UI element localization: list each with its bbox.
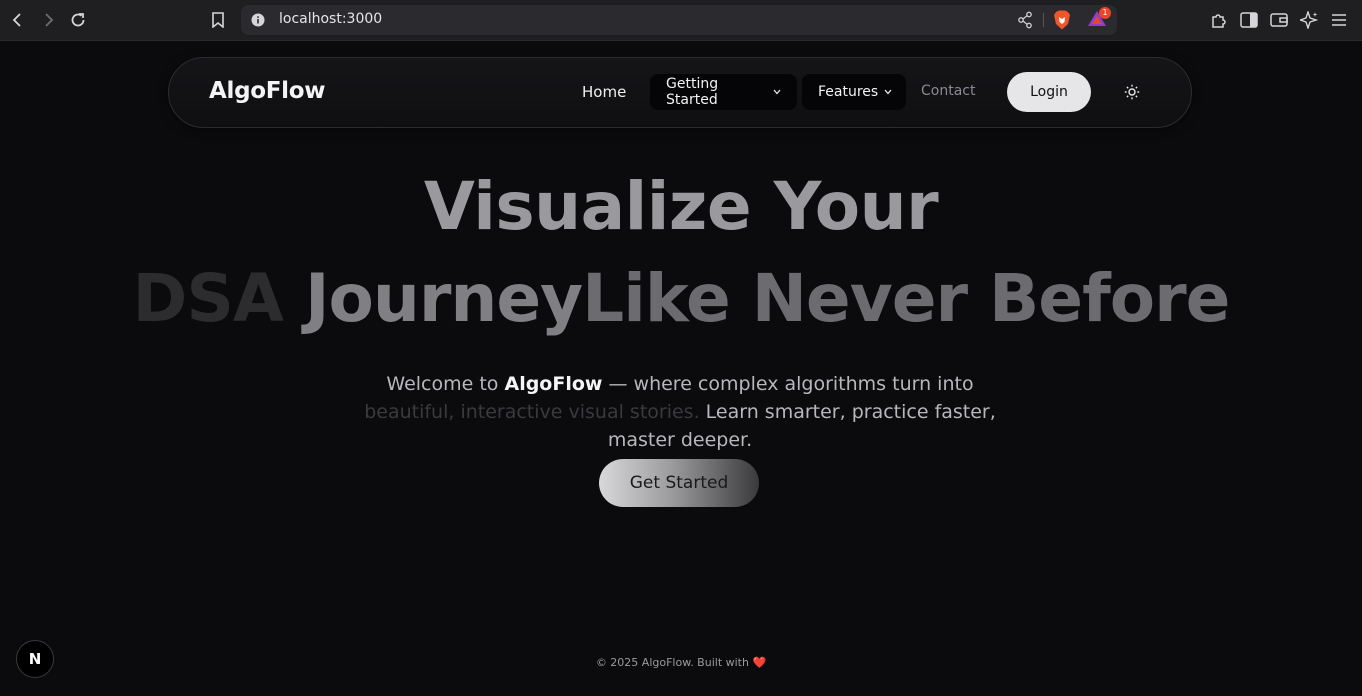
get-started-button[interactable]: Get Started [599,459,759,507]
hero-title-line2: DSA JourneyLike Never Before [0,260,1362,337]
wallet-icon[interactable] [1267,8,1291,32]
hero-title-part: Like Never Before [582,260,1230,337]
nav-dropdown-label: Getting Started [666,76,719,108]
site-navbar: AlgoFlow Home Getting Started Features C… [168,57,1192,128]
footer-text: © 2025 AlgoFlow. Built with [595,656,749,669]
desc-brand: AlgoFlow [504,373,603,395]
forward-icon[interactable] [36,8,60,32]
share-icon[interactable] [1017,11,1033,33]
leo-ai-icon[interactable] [1297,8,1321,32]
desc-text: — where complex algorithms turn into [602,373,974,395]
login-button[interactable]: Login [1007,72,1091,112]
browser-toolbar: localhost:3000 1 [0,0,1362,41]
brave-shield-icon[interactable] [1053,10,1071,34]
hero-title-part: Journey [304,260,583,337]
nav-dropdown-label: Features [818,84,879,100]
nav-dropdown-features[interactable]: Features [802,74,906,110]
nextjs-dev-badge[interactable]: N [16,640,54,678]
back-icon[interactable] [6,8,30,32]
reload-icon[interactable] [66,8,90,32]
desc-text: Welcome to [386,373,505,395]
url-text: localhost:3000 [279,11,383,27]
menu-icon[interactable] [1327,8,1351,32]
nav-dropdown-getting-started[interactable]: Getting Started [650,74,797,110]
rewards-badge: 1 [1099,7,1111,19]
extensions-icon[interactable] [1207,8,1231,32]
sidebar-icon[interactable] [1237,8,1261,32]
address-bar[interactable]: localhost:3000 1 [241,5,1117,35]
hero-title-part: DSA [132,260,305,337]
sun-icon[interactable] [1122,82,1142,102]
divider [1043,13,1044,27]
site-logo[interactable]: AlgoFlow [209,78,326,104]
heart-icon: ❤️ [752,656,767,669]
nav-link-home[interactable]: Home [582,83,626,101]
chevron-down-icon [884,87,892,98]
site-info-icon[interactable] [250,12,266,28]
footer: © 2025 AlgoFlow. Built with ❤️ [0,656,1362,669]
bookmark-icon[interactable] [206,8,230,32]
hero-title-line1: Visualize Your [423,168,939,245]
hero-description: Welcome to AlgoFlow — where complex algo… [340,370,1020,454]
desc-highlight: beautiful, interactive visual stories. [364,401,700,423]
nav-link-contact[interactable]: Contact [921,83,975,99]
chevron-down-icon [773,87,781,98]
